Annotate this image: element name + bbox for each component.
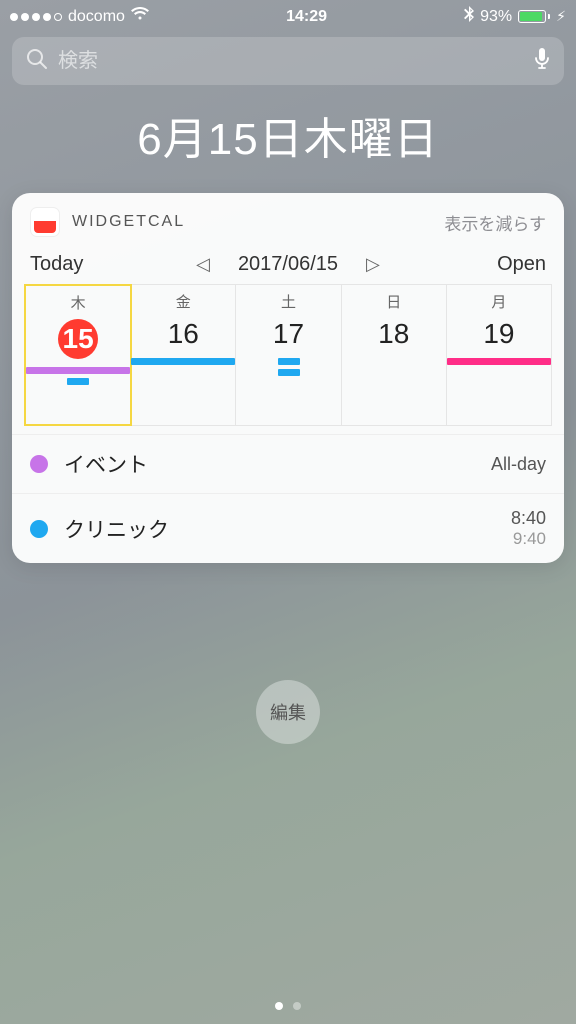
widgetcal-app-icon xyxy=(30,207,60,237)
open-button[interactable]: Open xyxy=(474,253,546,276)
current-date: 2017/06/15 xyxy=(238,253,338,276)
day-cell[interactable]: 土 17 xyxy=(236,285,341,425)
bluetooth-icon xyxy=(464,6,474,27)
day-cell[interactable]: 金 16 xyxy=(131,285,236,425)
event-row[interactable]: クリニック 8:40 9:40 xyxy=(12,493,564,563)
edit-button[interactable]: 編集 xyxy=(256,680,320,744)
event-color-dot xyxy=(30,520,48,538)
charging-icon: ⚡︎ xyxy=(556,8,566,25)
today-button[interactable]: Today xyxy=(30,253,102,276)
event-color-dot xyxy=(30,455,48,473)
carrier-label: docomo xyxy=(68,8,125,26)
next-button[interactable]: ▷ xyxy=(366,254,380,275)
event-time: 8:40 9:40 xyxy=(511,508,546,549)
event-row[interactable]: イベント All-day xyxy=(12,434,564,493)
search-icon xyxy=(26,48,48,75)
battery-pct: 93% xyxy=(480,8,512,26)
event-time: All-day xyxy=(491,454,546,475)
signal-dots-icon xyxy=(10,13,62,21)
battery-icon xyxy=(518,10,550,23)
search-input[interactable] xyxy=(58,50,524,73)
day-cell[interactable]: 月 19 xyxy=(447,285,551,425)
mic-icon[interactable] xyxy=(534,47,550,76)
page-indicator xyxy=(275,1002,301,1010)
status-bar: docomo 14:29 93% ⚡︎ xyxy=(0,0,576,29)
event-title: イベント xyxy=(64,449,491,479)
widget-title: WIDGETCAL xyxy=(72,213,444,231)
wifi-icon xyxy=(131,7,149,26)
show-less-button[interactable]: 表示を減らす xyxy=(444,210,546,235)
date-heading: 6月15日木曜日 xyxy=(0,103,576,167)
day-strip: 木 15 金 16 土 17 日 18 月 19 xyxy=(24,284,552,426)
event-title: クリニック xyxy=(64,514,511,544)
prev-button[interactable]: ◁ xyxy=(196,254,210,275)
search-bar[interactable] xyxy=(12,37,564,85)
clock: 14:29 xyxy=(286,8,327,26)
widgetcal-widget: WIDGETCAL 表示を減らす Today ◁ 2017/06/15 ▷ Op… xyxy=(12,193,564,563)
day-cell[interactable]: 日 18 xyxy=(342,285,447,425)
day-cell[interactable]: 木 15 xyxy=(24,284,132,426)
